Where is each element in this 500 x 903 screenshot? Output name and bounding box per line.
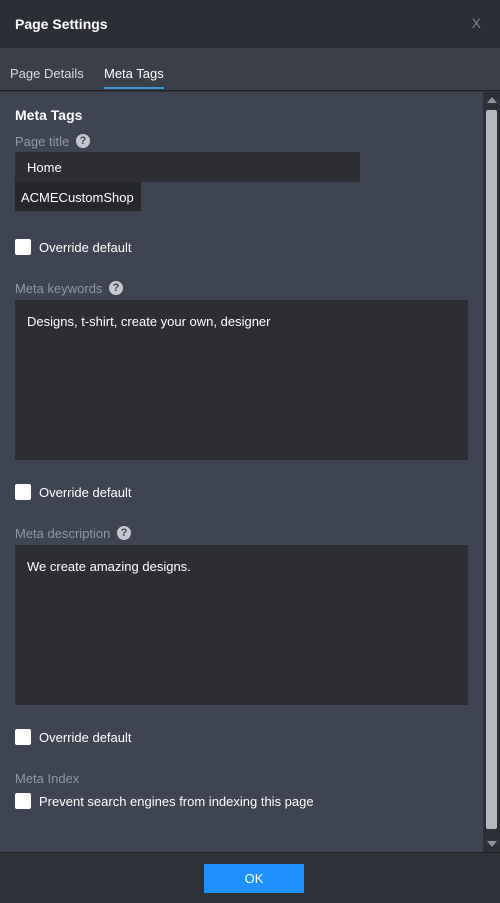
- page-title-input[interactable]: Home: [15, 152, 360, 182]
- tab-bar: Page Details Meta Tags: [0, 48, 500, 91]
- tab-meta-tags[interactable]: Meta Tags: [104, 66, 164, 81]
- help-icon[interactable]: ?: [117, 526, 131, 540]
- override-keywords-label: Override default: [39, 485, 132, 500]
- meta-index-label: Meta Index: [15, 771, 80, 786]
- override-description-label: Override default: [39, 730, 132, 745]
- dialog-title: Page Settings: [15, 16, 108, 32]
- meta-keywords-label: Meta keywords: [15, 281, 103, 296]
- tab-page-details[interactable]: Page Details: [10, 66, 84, 81]
- help-icon[interactable]: ?: [76, 134, 90, 148]
- prevent-indexing-label: Prevent search engines from indexing thi…: [39, 794, 314, 809]
- scrollbar-thumb[interactable]: [486, 110, 497, 829]
- meta-keywords-textarea[interactable]: Designs, t-shirt, create your own, desig…: [15, 300, 468, 460]
- meta-description-label: Meta description: [15, 526, 111, 541]
- meta-description-textarea[interactable]: We create amazing designs.: [15, 545, 468, 705]
- override-description-checkbox[interactable]: [15, 729, 31, 745]
- override-title-label: Override default: [39, 240, 132, 255]
- override-keywords-checkbox[interactable]: [15, 484, 31, 500]
- dialog-footer: OK: [0, 852, 500, 903]
- scroll-up-arrow-icon[interactable]: [487, 97, 497, 103]
- page-title-suffix: ACMECustomShop: [15, 182, 141, 211]
- page-title-label: Page title: [15, 134, 70, 149]
- scroll-down-arrow-icon[interactable]: [487, 841, 497, 847]
- active-tab-indicator: [104, 87, 164, 89]
- dialog-header: Page Settings X: [0, 0, 500, 48]
- ok-button[interactable]: OK: [204, 864, 304, 893]
- section-title: Meta Tags: [15, 107, 83, 123]
- prevent-indexing-checkbox[interactable]: [15, 793, 31, 809]
- close-button[interactable]: X: [472, 15, 481, 31]
- meta-tags-panel: Meta Tags Page title ? Home ACMECustomSh…: [0, 92, 483, 852]
- help-icon[interactable]: ?: [109, 281, 123, 295]
- override-title-checkbox[interactable]: [15, 239, 31, 255]
- vertical-scrollbar[interactable]: [483, 92, 500, 852]
